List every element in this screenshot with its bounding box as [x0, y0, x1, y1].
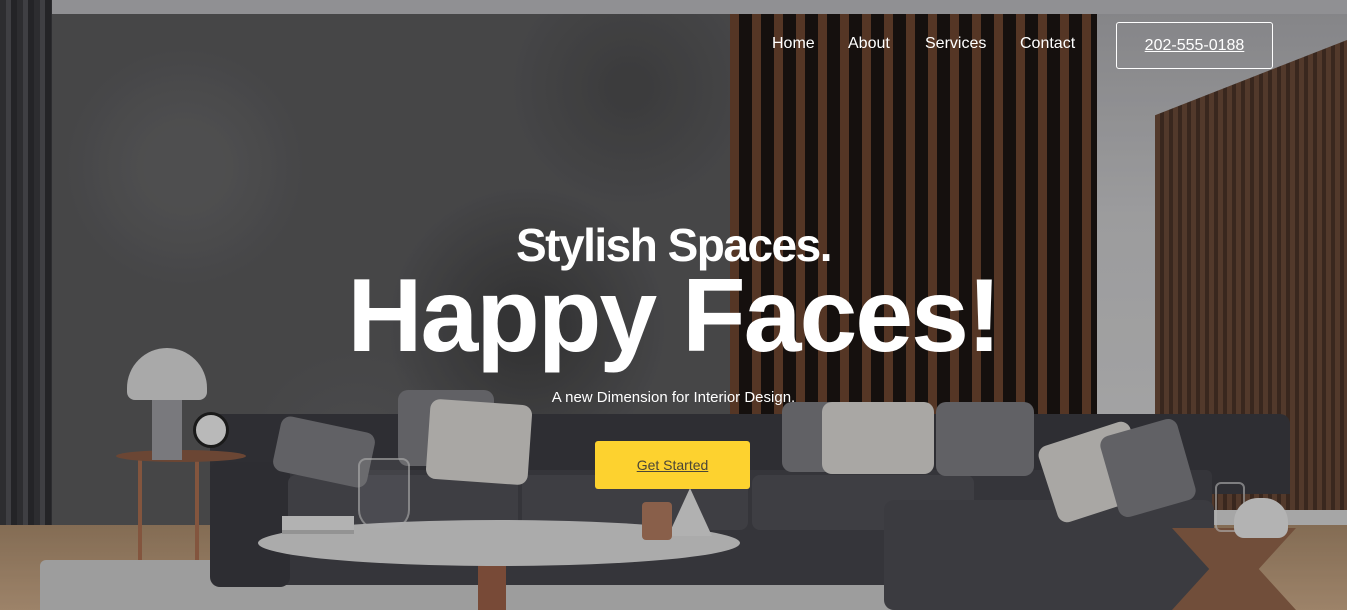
phone-button[interactable]: 202-555-0188	[1116, 22, 1273, 69]
hero-heading: Happy Faces!	[347, 258, 1001, 374]
nav-link-services[interactable]: Services	[925, 35, 986, 53]
nav-link-about[interactable]: About	[848, 35, 890, 53]
nav-link-home[interactable]: Home	[772, 35, 815, 53]
hero-section: Home About Services Contact 202-555-0188…	[0, 0, 1347, 610]
get-started-button[interactable]: Get Started	[595, 441, 750, 489]
main-nav: Home About Services Contact 202-555-0188	[0, 22, 1347, 70]
nav-link-contact[interactable]: Contact	[1020, 35, 1075, 53]
hero-tagline: A new Dimension for Interior Design.	[551, 389, 796, 406]
